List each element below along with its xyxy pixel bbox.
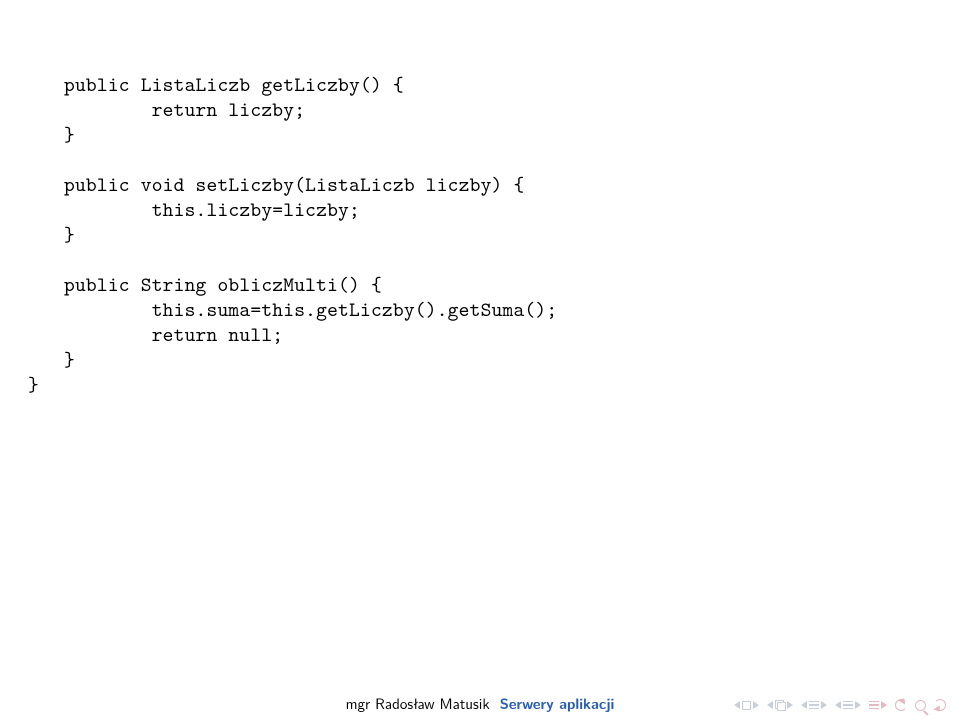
nav-prev[interactable] <box>801 701 827 710</box>
code-line: public void setLiczby(ListaLiczb liczby)… <box>64 171 524 198</box>
nav-last[interactable] <box>869 701 887 710</box>
code-line: } <box>64 221 75 248</box>
nav-prev-subsection[interactable] <box>767 700 793 710</box>
code-line: } <box>64 346 75 373</box>
code-line: } <box>64 121 75 148</box>
undo-icon[interactable] <box>895 699 907 711</box>
footer-title: Serwery aplikacji <box>500 693 615 714</box>
code-close-brace: } <box>28 372 960 397</box>
code-line: return liczby; <box>64 96 305 123</box>
nav-first[interactable] <box>734 701 759 710</box>
nav-next[interactable] <box>835 701 861 710</box>
redo-icon[interactable] <box>934 699 946 711</box>
footer-author: mgr Radosław Matusik <box>346 692 490 714</box>
code-line: public String obliczMulti() { <box>64 271 382 298</box>
code-line: public ListaLiczb getLiczby() { <box>64 71 404 98</box>
code-block: public ListaLiczb getLiczby() { return l… <box>64 72 960 372</box>
search-icon[interactable] <box>915 700 926 711</box>
code-line: return null; <box>64 321 283 348</box>
slide: public ListaLiczb getLiczby() { return l… <box>0 0 960 719</box>
code-line: this.liczby=liczby; <box>64 196 360 223</box>
nav-controls <box>734 699 946 711</box>
code-line: this.suma=this.getLiczby().getSuma(); <box>64 296 557 323</box>
